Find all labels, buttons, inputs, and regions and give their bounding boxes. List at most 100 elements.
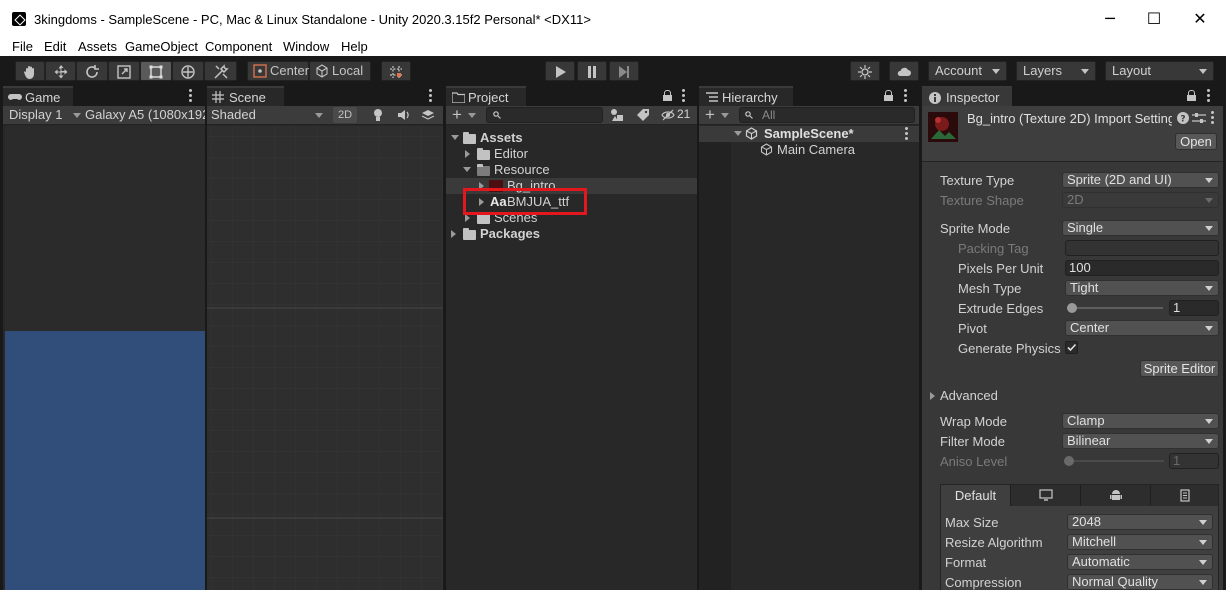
account-dropdown[interactable]: Account (928, 61, 1007, 81)
tab-inspector[interactable]: Inspector (922, 86, 1012, 106)
sprite-mode-dropdown[interactable]: Single (1062, 220, 1219, 236)
tab-hierarchy[interactable]: Hierarchy (699, 86, 793, 106)
menu-file[interactable]: File (12, 39, 33, 54)
compression-dropdown[interactable]: Normal Quality (1067, 574, 1213, 590)
cloud-button[interactable] (889, 61, 919, 81)
expand-icon[interactable] (463, 167, 471, 172)
minimize-button[interactable]: ─ (1098, 8, 1122, 30)
tree-item-assets[interactable]: Assets (446, 130, 697, 146)
tree-item-resource[interactable]: Resource (446, 162, 697, 178)
mesh-type-dropdown[interactable]: Tight (1065, 280, 1219, 296)
wrap-mode-dropdown[interactable]: Clamp (1062, 413, 1219, 429)
hierarchy-search-input[interactable]: All (739, 107, 915, 123)
tab-platform-android[interactable] (1080, 485, 1150, 506)
expand-icon[interactable] (930, 392, 935, 400)
tab-project[interactable]: Project (446, 86, 526, 106)
menu-component[interactable]: Component (205, 39, 272, 54)
project-menu-icon[interactable] (682, 89, 686, 103)
scene-menu-icon[interactable] (905, 127, 909, 141)
tab-platform-webgl[interactable] (1150, 485, 1218, 506)
snap-grid-button[interactable] (381, 61, 411, 81)
scene-row[interactable]: SampleScene* (699, 126, 919, 142)
shading-mode-select[interactable]: Shaded (211, 107, 256, 122)
pivot-center-toggle[interactable]: Center (247, 61, 309, 81)
menu-window[interactable]: Window (283, 39, 329, 54)
filter-by-label-icon[interactable] (636, 108, 650, 122)
resolution-select[interactable]: Galaxy A5 (1080x1920) (85, 107, 205, 122)
extrude-edges-slider[interactable] (1067, 307, 1163, 309)
pixels-per-unit-label: Pixels Per Unit (958, 261, 1044, 276)
game-menu-icon[interactable] (189, 89, 193, 103)
play-button[interactable] (545, 61, 575, 81)
step-icon (619, 66, 629, 78)
hierarchy-menu-icon[interactable] (904, 89, 908, 103)
generate-physics-checkbox[interactable] (1065, 341, 1078, 354)
extrude-edges-slider-knob[interactable] (1067, 303, 1077, 313)
menu-help[interactable]: Help (341, 39, 368, 54)
component-menu-icon[interactable] (1211, 111, 1215, 125)
expand-icon[interactable] (465, 214, 470, 222)
move-tool-button[interactable] (45, 61, 76, 81)
filter-mode-dropdown[interactable]: Bilinear (1062, 433, 1219, 449)
advanced-foldout[interactable]: Advanced (928, 388, 1218, 404)
hidden-packages-icon[interactable] (661, 108, 675, 122)
lock-icon[interactable] (1187, 90, 1196, 101)
2d-toggle-button[interactable]: 2D (333, 107, 357, 123)
close-button[interactable]: ✕ (1188, 8, 1212, 30)
maximize-button[interactable]: ☐ (1142, 8, 1166, 30)
expand-icon[interactable] (465, 150, 470, 158)
filter-by-type-icon[interactable] (610, 108, 624, 122)
sprite-editor-button[interactable]: Sprite Editor (1140, 360, 1219, 377)
create-plus-icon[interactable]: + (705, 105, 715, 125)
lighting-icon[interactable] (371, 108, 385, 122)
transform-tool-button[interactable] (172, 61, 204, 81)
main-camera-row[interactable]: Main Camera (699, 142, 919, 158)
step-button[interactable] (609, 61, 639, 81)
tab-platform-default[interactable]: Default (941, 485, 1010, 506)
pixels-per-unit-input[interactable]: 100 (1065, 260, 1219, 276)
tab-scene[interactable]: Scene (207, 86, 284, 106)
lock-icon[interactable] (663, 90, 672, 101)
add-asset-plus-icon[interactable]: + (452, 105, 462, 125)
menu-gameobject[interactable]: GameObject (125, 39, 198, 54)
scale-tool-button[interactable] (108, 61, 140, 81)
expand-icon[interactable] (451, 135, 459, 140)
tab-platform-standalone[interactable] (1010, 485, 1080, 506)
space-local-toggle[interactable]: Local (309, 61, 371, 81)
lock-icon[interactable] (884, 90, 893, 101)
audio-icon[interactable] (396, 108, 410, 122)
presets-sliders-icon[interactable] (1192, 112, 1206, 124)
pivot-dropdown[interactable]: Center (1065, 320, 1219, 336)
tree-item-editor[interactable]: Editor (446, 146, 697, 162)
hand-tool-button[interactable] (15, 61, 45, 81)
tree-item-packages[interactable]: Packages (446, 226, 697, 242)
open-button[interactable]: Open (1175, 133, 1217, 150)
hierarchy-panel: Hierarchy + All SampleScene* Main Camera (699, 86, 919, 590)
layout-dropdown[interactable]: Layout (1105, 61, 1214, 81)
scene-grid-viewport[interactable] (207, 126, 443, 590)
expand-icon[interactable] (734, 131, 742, 136)
help-icon[interactable]: ? (1177, 112, 1189, 124)
chevron-down-icon[interactable] (721, 113, 729, 118)
pause-button[interactable] (577, 61, 607, 81)
expand-icon[interactable] (451, 230, 456, 238)
rotate-tool-button[interactable] (76, 61, 108, 81)
scene-menu-icon[interactable] (429, 89, 433, 103)
extrude-edges-input[interactable]: 1 (1169, 300, 1219, 316)
tab-game[interactable]: Game (3, 86, 73, 106)
inspector-menu-icon[interactable] (1207, 89, 1211, 103)
layers-dropdown[interactable]: Layers (1016, 61, 1096, 81)
custom-tool-button[interactable] (204, 61, 237, 81)
menu-assets[interactable]: Assets (78, 39, 117, 54)
format-dropdown[interactable]: Automatic (1067, 554, 1213, 570)
texture-type-dropdown[interactable]: Sprite (2D and UI) (1062, 172, 1219, 188)
chevron-down-icon[interactable] (468, 113, 476, 118)
collab-button[interactable] (850, 61, 880, 81)
rect-tool-button[interactable] (140, 61, 172, 81)
display-select[interactable]: Display 1 (9, 107, 62, 122)
project-search-input[interactable] (486, 107, 603, 123)
resize-algorithm-dropdown[interactable]: Mitchell (1067, 534, 1213, 550)
max-size-dropdown[interactable]: 2048 (1067, 514, 1213, 530)
menu-edit[interactable]: Edit (44, 39, 66, 54)
effects-layers-icon[interactable] (421, 108, 435, 122)
